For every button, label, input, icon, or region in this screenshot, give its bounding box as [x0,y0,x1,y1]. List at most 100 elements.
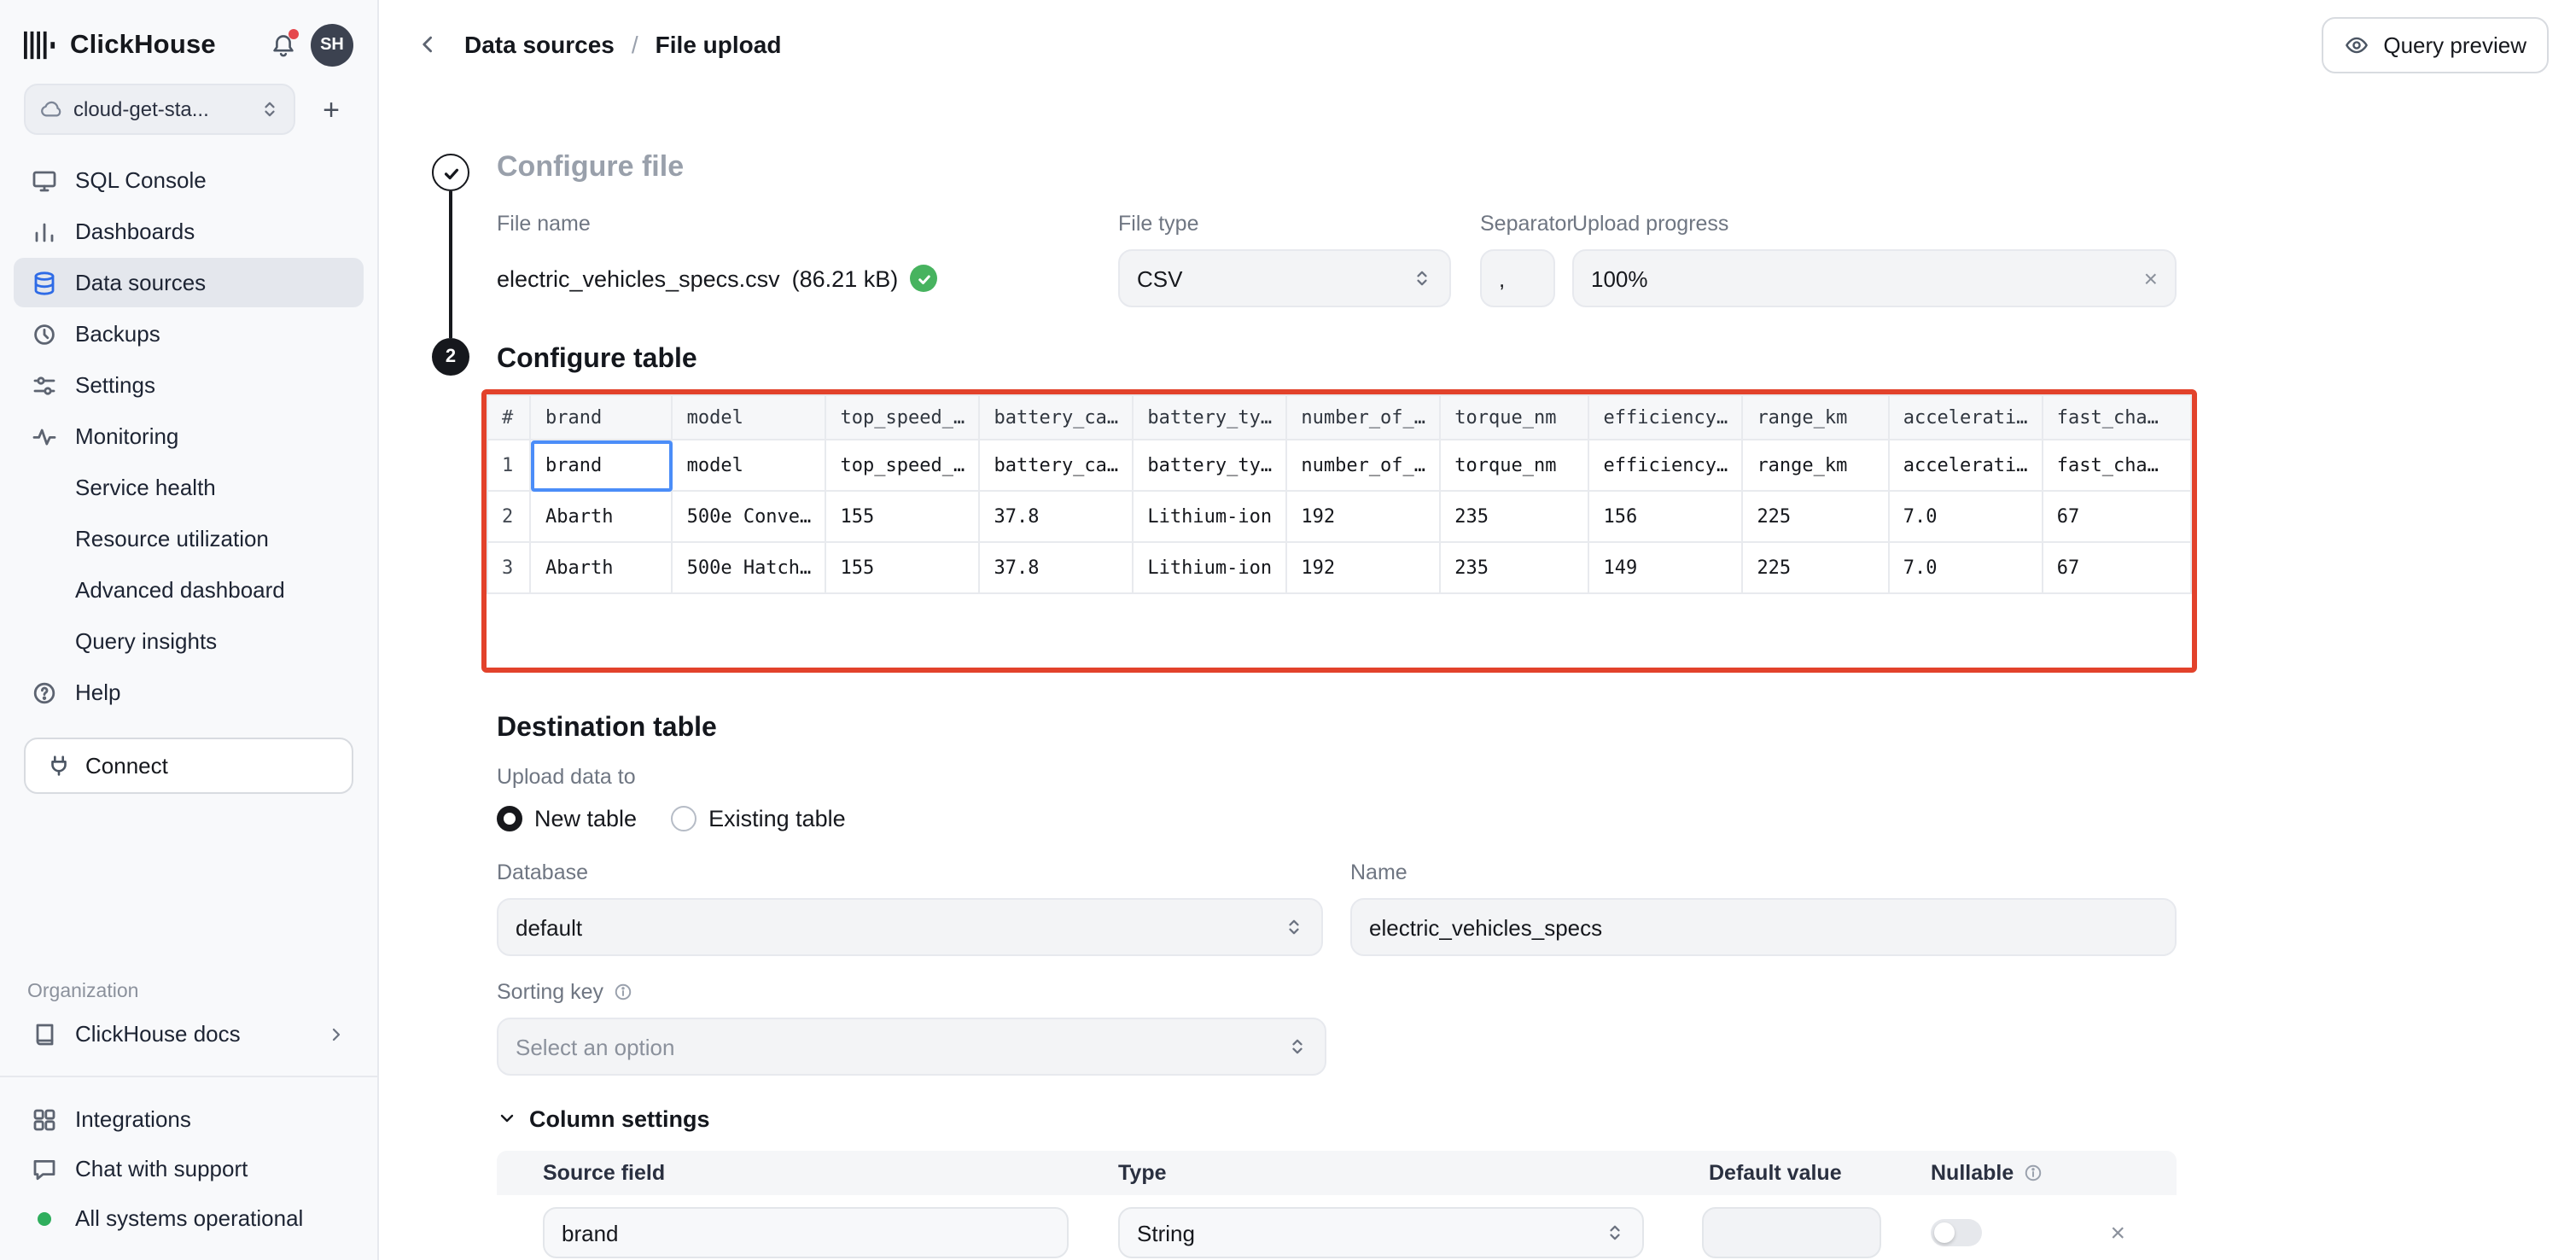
sidebar: ClickHouse SH cloud-get-sta... [0,0,379,1260]
table-cell[interactable]: Abarth [531,542,673,593]
sidebar-item-label: Help [75,680,121,705]
sorting-key-label: Sorting key [497,980,603,1004]
table-cell[interactable]: accelerati… [1889,440,2043,491]
sidebar-item-data-sources[interactable]: Data sources [14,258,364,307]
table-header-row: # brand model top_speed_… battery_ca… ba… [487,395,2191,440]
table-cell[interactable]: model [673,440,826,491]
sidebar-nav: SQL Console Dashboards Data sources [0,155,377,717]
radio-new-table[interactable]: New table [497,805,637,831]
sidebar-item-monitoring[interactable]: Monitoring [14,411,364,461]
table-cell[interactable]: 67 [2043,542,2191,593]
table-cell[interactable]: torque_nm [1440,440,1588,491]
table-cell[interactable]: 192 [1286,542,1440,593]
configure-file-fields: File name electric_vehicles_specs.csv (8… [497,212,2576,307]
table-cell[interactable]: 155 [826,542,980,593]
notifications-bell-icon[interactable] [270,32,297,59]
sidebar-item-label: Dashboards [75,219,195,244]
table-cell[interactable]: fast_cha… [2043,440,2191,491]
default-value-input[interactable] [1702,1207,1881,1258]
sidebar-item-clickhouse-docs[interactable]: ClickHouse docs [14,1009,364,1059]
upload-progress-field[interactable]: 100% × [1572,249,2177,307]
column-settings-header: Source field Type Default value Nullable [497,1151,2177,1195]
radio-existing-table[interactable]: Existing table [671,805,846,831]
table-cell[interactable]: 37.8 [979,491,1133,542]
service-selector[interactable]: cloud-get-sta... [24,84,295,135]
sidebar-item-label: Integrations [75,1106,191,1132]
table-cell[interactable]: efficiency… [1589,440,1743,491]
column-header: torque_nm [1440,395,1588,440]
add-service-button[interactable]: + [309,87,353,131]
sorting-key-placeholder: Select an option [516,1034,674,1059]
sidebar-item-advanced-dashboard[interactable]: Advanced dashboard [14,565,364,615]
sidebar-item-system-status[interactable]: All systems operational [14,1193,364,1243]
sidebar-item-service-health[interactable]: Service health [14,463,364,512]
table-name-input[interactable]: electric_vehicles_specs [1350,898,2177,956]
table-cell[interactable]: range_km [1742,440,1888,491]
table-cell-selected[interactable]: brand [531,440,673,491]
chevron-up-down-icon [1284,917,1304,937]
nullable-toggle[interactable] [1931,1219,1982,1246]
sidebar-item-integrations[interactable]: Integrations [14,1094,364,1144]
connect-button[interactable]: Connect [24,738,353,794]
sidebar-item-dashboards[interactable]: Dashboards [14,207,364,256]
table-cell[interactable]: battery_ca… [979,440,1133,491]
table-cell[interactable]: 500e Conve… [673,491,826,542]
sidebar-item-sql-console[interactable]: SQL Console [14,155,364,205]
toggle-knob [1934,1222,1955,1243]
chat-icon [31,1155,58,1182]
column-settings-table: Source field Type Default value Nullable… [497,1151,2177,1260]
name-label: Name [1350,860,2177,884]
file-name-label: File name [497,212,1118,236]
table-cell[interactable]: 235 [1440,491,1588,542]
sidebar-item-backups[interactable]: Backups [14,309,364,359]
column-header: fast_cha… [2043,395,2191,440]
table-cell[interactable]: Lithium-ion [1133,491,1286,542]
breadcrumb-separator: / [632,31,638,58]
database-select[interactable]: default [497,898,1323,956]
table-cell[interactable]: 156 [1589,491,1743,542]
table-cell[interactable]: top_speed_… [826,440,980,491]
clear-icon[interactable]: × [2144,266,2158,290]
avatar[interactable]: SH [311,24,353,67]
back-button[interactable] [406,22,451,67]
sidebar-item-label: Settings [75,372,155,398]
breadcrumb-data-sources[interactable]: Data sources [464,31,615,58]
table-cell[interactable]: 235 [1440,542,1588,593]
column-settings-toggle[interactable]: Column settings [497,1103,2576,1134]
sidebar-item-label: Resource utilization [75,526,269,551]
table-row: 3 Abarth 500e Hatch… 155 37.8 Lithium-io… [487,542,2191,593]
source-field-input[interactable]: brand [543,1207,1069,1258]
file-type-select[interactable]: CSV [1118,249,1451,307]
type-select[interactable]: String [1118,1207,1644,1258]
table-cell[interactable]: battery_ty… [1133,440,1286,491]
table-cell[interactable]: 37.8 [979,542,1133,593]
separator-input[interactable]: , [1480,249,1555,307]
monitoring-icon [31,423,58,450]
sidebar-item-resource-utilization[interactable]: Resource utilization [14,514,364,563]
file-size-value: (86.21 kB) [792,265,899,291]
table-cell[interactable]: Abarth [531,491,673,542]
table-cell[interactable]: 7.0 [1889,542,2043,593]
row-number: 3 [487,542,531,593]
table-cell[interactable]: 225 [1742,542,1888,593]
table-cell[interactable]: 192 [1286,491,1440,542]
table-cell[interactable]: Lithium-ion [1133,542,1286,593]
chevron-up-down-icon [1412,268,1432,289]
table-cell[interactable]: 67 [2043,491,2191,542]
table-cell[interactable]: 155 [826,491,980,542]
help-icon [31,679,58,706]
remove-column-icon[interactable]: × [2110,1220,2125,1245]
sidebar-item-settings[interactable]: Settings [14,360,364,410]
table-cell[interactable]: 500e Hatch… [673,542,826,593]
sorting-key-select[interactable]: Select an option [497,1018,1326,1076]
table-cell[interactable]: 7.0 [1889,491,2043,542]
table-cell[interactable]: 225 [1742,491,1888,542]
sorting-key-block: Sorting key Select an option [497,980,2576,1076]
sidebar-item-query-insights[interactable]: Query insights [14,616,364,666]
sidebar-item-help[interactable]: Help [14,668,364,717]
table-cell[interactable]: number_of_… [1286,440,1440,491]
file-name-value: electric_vehicles_specs.csv [497,265,780,291]
query-preview-button[interactable]: Query preview [2322,16,2549,73]
table-cell[interactable]: 149 [1589,542,1743,593]
sidebar-item-chat-support[interactable]: Chat with support [14,1144,364,1193]
